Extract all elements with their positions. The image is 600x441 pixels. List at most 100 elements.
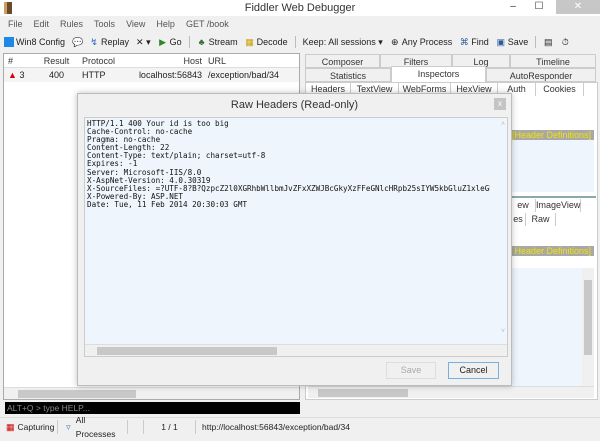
request-header-definitions[interactable]: [Header Definitions] [511, 130, 594, 140]
decode-button[interactable]: ▦ Decode [245, 37, 288, 47]
raw-headers-dialog: Raw Headers (Read-only) x HTTP/1.1 400 Y… [77, 93, 512, 386]
subtab-response-prev[interactable]: es [511, 213, 526, 226]
replay-button[interactable]: ↯ Replay [89, 37, 129, 47]
save-button-disabled[interactable]: Save [386, 362, 436, 379]
comment-icon[interactable]: 💬 [72, 37, 83, 47]
menu-bar: File Edit Rules Tools View Help GET /boo… [0, 17, 600, 32]
menu-tools[interactable]: Tools [94, 17, 115, 32]
label: AutoResponder [509, 71, 573, 81]
stream-button[interactable]: ♣ Stream [197, 37, 238, 47]
maximize-button[interactable]: ☐ [526, 0, 552, 14]
binoculars-icon: ⌘ [459, 37, 469, 47]
label: Replay [101, 37, 130, 47]
col-url[interactable]: URL [205, 54, 226, 67]
screenshot-icon[interactable]: ▤ [543, 37, 553, 47]
scroll-up-icon[interactable]: ˄ [501, 121, 505, 128]
capturing-toggle[interactable]: ▦ Capturing [0, 419, 58, 434]
cancel-button[interactable]: Cancel [448, 362, 499, 379]
host: localhost:56843 [138, 70, 202, 80]
label: Composer [321, 57, 364, 67]
subtab-imageview[interactable]: ImageView [536, 199, 581, 212]
col-result[interactable]: Result [34, 54, 79, 67]
session-row[interactable]: ▲ 3 400 HTTP localhost:56843 /exception/… [4, 68, 299, 82]
response-header-definitions[interactable]: Header Definitions] [511, 246, 594, 256]
separator [188, 36, 190, 48]
process-filter[interactable]: ▿ All Processes [58, 415, 128, 439]
horizontal-scrollbar[interactable] [308, 386, 594, 398]
go-button[interactable]: ▶ Go [158, 37, 182, 47]
menu-help[interactable]: Help [156, 17, 175, 32]
windows-icon [4, 37, 14, 47]
menu-edit[interactable]: Edit [34, 17, 50, 32]
label: Go [169, 37, 182, 47]
label: All Processes [75, 414, 116, 439]
col-protocol[interactable]: Protocol [79, 54, 119, 67]
protocol: HTTP [82, 70, 106, 80]
timer-icon[interactable]: ⏱ [560, 37, 570, 47]
dialog-close-button[interactable]: x [494, 98, 506, 110]
request-headers-view [511, 140, 594, 192]
decode-icon: ▦ [245, 37, 254, 47]
status-bar: ▦ Capturing ▿ All Processes 1 / 1 http://l… [0, 415, 600, 439]
dialog-title: Raw Headers (Read-only) [230, 99, 359, 111]
keep-sessions-dropdown[interactable]: Keep: All sessions ▾ [303, 37, 383, 48]
label: Stream [208, 37, 238, 47]
subtab-cookies[interactable]: Cookies [536, 83, 584, 96]
save-icon: ▣ [496, 37, 506, 47]
subtab-raw[interactable]: Raw [526, 213, 556, 226]
raw-headers-textarea[interactable]: HTTP/1.1 400 Your id is too big Cache-Co… [84, 117, 508, 357]
remove-button[interactable]: ✕ ▾ [136, 37, 151, 48]
capture-icon: ▦ [6, 421, 15, 432]
any-process-button[interactable]: ⊕ Any Process [390, 37, 453, 47]
tab-timeline[interactable]: Timeline [510, 54, 596, 68]
result: 400 [48, 70, 65, 80]
sessions-header: # Result Protocol Host URL [4, 54, 299, 68]
save-button[interactable]: ▣ Save [496, 37, 529, 47]
filter-icon: ▿ [66, 421, 71, 432]
window-title: Fiddler Web Debugger [244, 2, 356, 14]
tab-inspectors[interactable]: Inspectors [391, 66, 486, 82]
crosshair-icon: ⊕ [390, 37, 399, 47]
label: Win8 Config [16, 37, 66, 47]
label: Capturing [17, 421, 55, 432]
status-empty [128, 419, 144, 434]
quickexec-input[interactable]: ALT+Q > type HELP... [5, 402, 300, 414]
label: Timeline [536, 57, 570, 67]
menu-file[interactable]: File [8, 17, 23, 32]
url: /exception/bad/34 [208, 70, 280, 80]
minimize-button[interactable]: – [500, 0, 526, 14]
tab-statistics[interactable]: Statistics [305, 68, 391, 82]
win8-config-button[interactable]: Win8 Config [4, 37, 65, 47]
scroll-down-icon[interactable]: ˅ [501, 328, 505, 335]
replay-icon: ↯ [90, 37, 98, 47]
session-count: 1 / 1 [144, 419, 196, 434]
error-icon: ▲ [8, 70, 17, 80]
col-host[interactable]: Host [119, 54, 205, 67]
vertical-scrollbar[interactable] [582, 268, 594, 386]
tab-composer[interactable]: Composer [305, 54, 380, 68]
tab-autoresponder[interactable]: AutoResponder [486, 68, 596, 82]
status-url: http://localhost:56843/exception/bad/34 [202, 421, 350, 432]
menu-rules[interactable]: Rules [60, 17, 83, 32]
close-button[interactable]: ✕ [556, 0, 600, 14]
horizontal-scrollbar[interactable] [4, 387, 299, 399]
separator [294, 36, 296, 48]
toolbar: Win8 Config 💬 ↯ Replay ✕ ▾ ▶ Go ♣ Stream ▦ D… [0, 33, 600, 51]
label: Find [471, 37, 489, 47]
splitter[interactable] [511, 196, 596, 198]
menu-view[interactable]: View [126, 17, 145, 32]
play-icon: ▶ [159, 37, 167, 47]
find-button[interactable]: ⌘ Find [459, 37, 489, 47]
label: Inspectors [417, 69, 460, 79]
label: Save [507, 37, 529, 47]
col-num[interactable]: # [4, 54, 34, 67]
separator [535, 36, 537, 48]
label: Any Process [401, 37, 453, 47]
subtab-response-view[interactable]: ew [511, 199, 536, 212]
menu-get-book[interactable]: GET /book [186, 17, 229, 32]
stream-icon: ♣ [198, 37, 205, 47]
label: Decode [256, 37, 288, 47]
label: Statistics [329, 71, 366, 81]
horizontal-scrollbar[interactable] [85, 344, 507, 356]
fiddler-logo-icon [4, 2, 12, 14]
